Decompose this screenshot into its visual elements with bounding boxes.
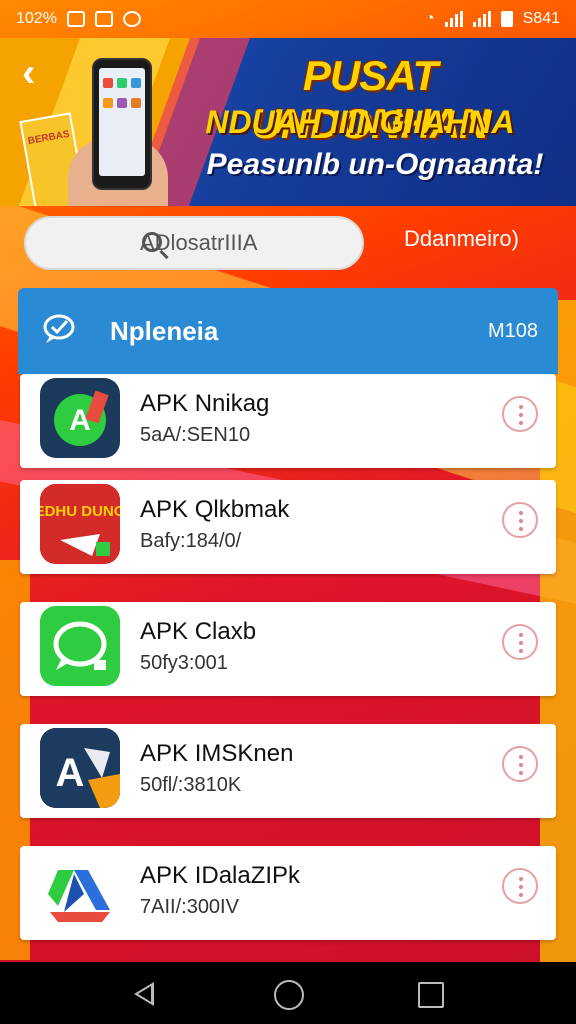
nav-recents-icon[interactable] <box>418 982 444 1008</box>
wifi-icon: ◔ <box>424 10 435 27</box>
more-options-button[interactable] <box>502 396 538 432</box>
signal-icon-2 <box>472 11 491 27</box>
banner-tagline: Peasunlb un-Ognaanta! <box>206 148 544 181</box>
more-options-button[interactable] <box>502 746 538 782</box>
gallery-icon <box>122 11 141 27</box>
category-title: Npleneia <box>110 316 219 346</box>
category-header: Npleneia M108 <box>18 288 558 374</box>
system-nav-bar <box>0 962 576 1024</box>
more-options-button[interactable] <box>502 624 538 660</box>
chat-bubble-icon <box>43 314 75 343</box>
clock: S841 <box>522 10 560 27</box>
battery-text: 102% <box>16 10 57 27</box>
app-name: APK Qlkbmak <box>140 496 290 523</box>
app-meta: 50fy3:001 <box>140 652 228 674</box>
nav-home-icon[interactable] <box>274 980 304 1010</box>
banner-subtitle: NDUAH IIINGIIAHNA <box>205 104 515 140</box>
app-name: APK Nnikag <box>140 390 270 417</box>
battery-icon <box>500 11 513 27</box>
list-item[interactable]: DEDHU DUNOA APK Qlkbmak Bafy:184/0/ <box>20 480 556 574</box>
svg-text:A: A <box>69 404 91 437</box>
list-item[interactable]: A APK IMSKnen 50fl/:3810K <box>20 724 556 818</box>
svg-text:DEDHU DUNOA: DEDHU DUNOA <box>40 503 120 520</box>
promo-banner: ‹ BERBAS PUSAT UNDONHAN NDUAH IIINGIIAHN… <box>0 38 576 206</box>
more-options-button[interactable] <box>502 502 538 538</box>
status-bar: 102% ◔ S841 <box>0 0 576 38</box>
back-button[interactable]: ‹ <box>22 53 52 93</box>
sim-icon <box>66 11 85 27</box>
list-item[interactable]: APK Claxb 50fy3:001 <box>20 602 556 696</box>
app-meta: Bafy:184/0/ <box>140 530 242 552</box>
app-name: APK IMSKnen <box>140 740 294 767</box>
category-count: M108 <box>487 320 538 342</box>
android-app-icon: A <box>40 378 120 458</box>
list-item[interactable]: APK IDalaZIPk 7AII/:300IV <box>20 846 556 940</box>
svg-text:A: A <box>56 751 85 795</box>
shield-app-icon: A <box>40 728 120 808</box>
download-link[interactable]: Ddanmeiro) <box>404 226 519 252</box>
search-input[interactable]: ADlosatrIIIA <box>24 216 364 270</box>
signal-icon <box>444 11 463 27</box>
app-meta: 7AII/:300IV <box>140 896 239 918</box>
more-options-button[interactable] <box>502 868 538 904</box>
chat-app-icon <box>40 606 120 686</box>
drive-app-icon <box>40 850 120 930</box>
phone-illustration <box>92 58 152 190</box>
nav-back-icon[interactable] <box>134 982 154 1006</box>
list-item[interactable]: A APK Nnikag 5aA/:SEN10 <box>20 374 556 468</box>
app-meta: 50fl/:3810K <box>140 774 242 796</box>
calendar-icon <box>94 11 113 27</box>
app-meta: 5aA/:SEN10 <box>140 424 251 446</box>
search-icon <box>142 232 162 252</box>
game-app-icon: DEDHU DUNOA <box>40 484 120 564</box>
app-name: APK IDalaZIPk <box>140 862 301 889</box>
app-name: APK Claxb <box>140 618 257 645</box>
